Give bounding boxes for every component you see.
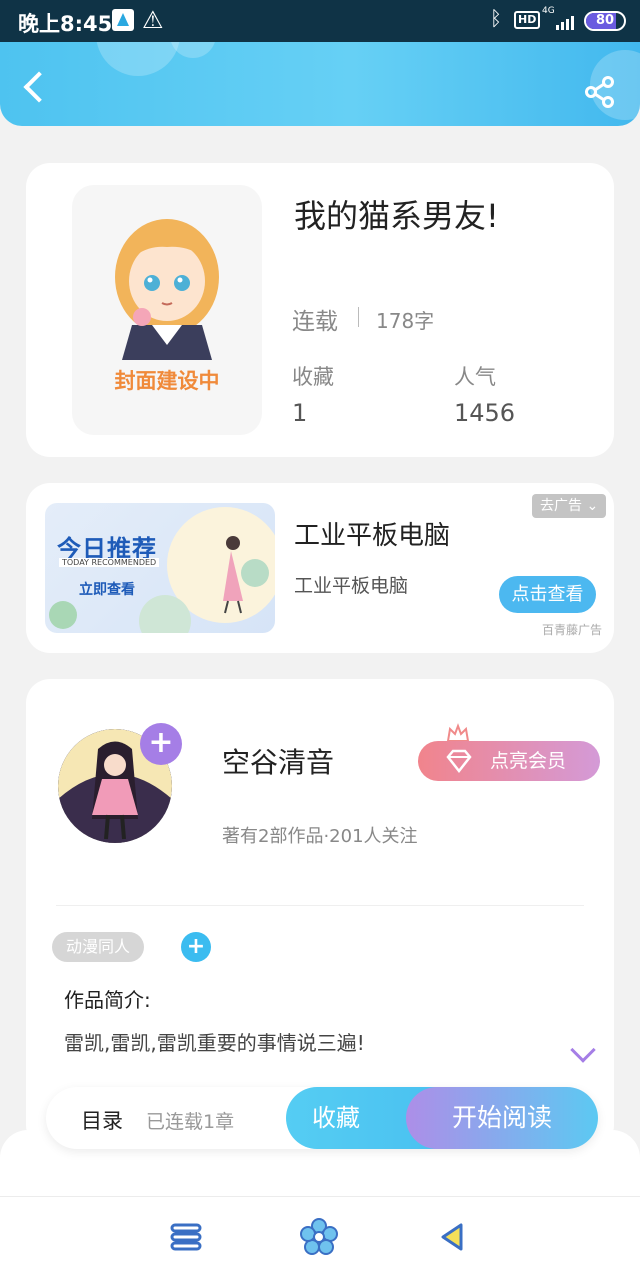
serial-status: 连载 xyxy=(292,309,338,335)
back-button[interactable] xyxy=(20,68,50,108)
action-bar: 目录 已连载1章 收藏 开始阅读 xyxy=(46,1087,598,1149)
ad-card[interactable]: 今日推荐 TODAY RECOMMENDED 立即查看 工业平板电脑 工业平板电… xyxy=(26,483,614,653)
battery-level: 80 xyxy=(595,13,615,28)
warning-icon: ⚠ xyxy=(142,6,164,34)
top-header xyxy=(0,42,640,126)
diamond-icon xyxy=(446,749,472,773)
ad-title: 工业平板电脑 xyxy=(294,521,451,551)
word-count: 178字 xyxy=(376,309,435,333)
add-tag-button[interactable]: + xyxy=(181,932,211,962)
book-title: 我的猫系男友! xyxy=(294,197,499,235)
menu-icon[interactable] xyxy=(166,1217,206,1257)
genre-tag[interactable]: 动漫同人 xyxy=(52,932,145,962)
signal-icon xyxy=(556,14,578,30)
share-icon[interactable] xyxy=(582,74,618,110)
cover-placeholder-label: 封面建设中 xyxy=(114,369,220,393)
expand-chevron-icon[interactable] xyxy=(570,1037,596,1063)
chapter-count: 已连载1章 xyxy=(146,1111,235,1133)
status-bar: 晚上8:45 ⚠ ᛒ HD 4G 80 xyxy=(0,0,640,42)
popularity-count: 1456 xyxy=(454,399,516,427)
book-info-card: 封面建设中 我的猫系男友! 连载 178字 收藏 1 人气 1456 xyxy=(26,163,614,457)
favorites-label: 收藏 xyxy=(292,365,334,389)
clock: 晚上8:45 xyxy=(18,12,113,36)
popularity-label: 人气 xyxy=(454,365,496,389)
network-type: 4G xyxy=(542,6,555,16)
crown-icon xyxy=(446,723,470,742)
cover-illustration-icon xyxy=(115,219,219,360)
intro-text: 雷凯,雷凯,雷凯重要的事情说三遍! xyxy=(64,1031,365,1055)
section-divider xyxy=(56,905,584,906)
author-stats: 著有2部作品·201人关注 xyxy=(222,826,418,847)
book-cover[interactable]: 封面建设中 xyxy=(72,185,262,435)
ad-banner-image[interactable]: 今日推荐 TODAY RECOMMENDED 立即查看 xyxy=(45,503,275,633)
vip-button[interactable]: 点亮会员 xyxy=(418,741,600,781)
ad-banner-subtitle: TODAY RECOMMENDED xyxy=(59,558,160,567)
start-reading-button[interactable]: 开始阅读 xyxy=(406,1087,598,1149)
home-flower-icon[interactable] xyxy=(299,1217,339,1257)
ad-banner-cta: 立即查看 xyxy=(79,582,135,598)
ad-illustration-icon xyxy=(49,507,275,633)
back-triangle-icon[interactable] xyxy=(433,1217,473,1257)
hd-badge: HD xyxy=(514,11,541,29)
author-name: 空谷清音 xyxy=(222,746,335,779)
intro-heading: 作品简介: xyxy=(64,988,151,1012)
remove-ad-label: 去广告 xyxy=(540,498,582,514)
toc-button[interactable]: 目录 xyxy=(81,1105,123,1135)
follow-plus-button[interactable]: + xyxy=(140,723,182,765)
remove-ad-button[interactable]: 去广告 ⌄ xyxy=(532,494,607,518)
ad-source: 百青藤广告 xyxy=(542,623,603,637)
vip-label: 点亮会员 xyxy=(490,750,567,772)
divider xyxy=(358,307,359,327)
ad-view-button[interactable]: 点击查看 xyxy=(499,576,596,613)
system-nav-bar xyxy=(0,1196,640,1280)
battery-icon: 80 xyxy=(584,11,626,31)
bluetooth-icon: ᛒ xyxy=(490,6,502,30)
app-notification-icon xyxy=(112,9,134,31)
favorites-count: 1 xyxy=(292,399,308,427)
ad-subtitle: 工业平板电脑 xyxy=(294,575,409,597)
chevron-down-icon: ⌄ xyxy=(586,498,599,514)
author-card: + 空谷清音 著有2部作品·201人关注 点亮会员 动漫同人 + 作品简介: 雷… xyxy=(26,679,614,1149)
